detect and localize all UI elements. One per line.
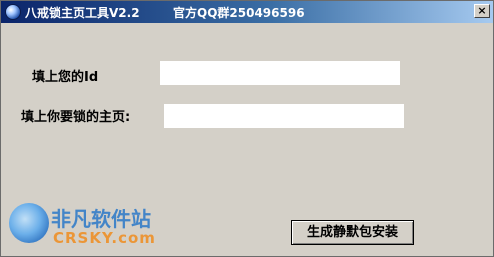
id-input[interactable] bbox=[160, 61, 400, 85]
window-title: 八戒锁主页工具V2.2 bbox=[25, 6, 140, 20]
app-logo-icon[interactable] bbox=[5, 4, 21, 20]
watermark-brand-en: CRSKY.com bbox=[53, 229, 156, 247]
homepage-input[interactable] bbox=[164, 104, 404, 128]
homepage-label: 填上你要锁的主页: bbox=[21, 110, 131, 125]
app-window: 八戒锁主页工具V2.2 官方QQ群250496596 × 填上您的Id 填上你要… bbox=[0, 0, 494, 257]
watermark-brand-cn: 非凡软件站 bbox=[51, 207, 151, 231]
watermark: 非凡软件站 CRSKY.com bbox=[1, 197, 171, 256]
title-bar[interactable]: 八戒锁主页工具V2.2 官方QQ群250496596 × bbox=[1, 1, 493, 23]
close-button[interactable]: × bbox=[474, 4, 490, 18]
close-icon: × bbox=[477, 4, 487, 17]
window-subtitle: 官方QQ群250496596 bbox=[173, 6, 305, 20]
id-label: 填上您的Id bbox=[32, 70, 99, 85]
generate-silent-package-button[interactable]: 生成静默包安装 bbox=[291, 220, 414, 245]
crsky-logo-icon bbox=[9, 203, 49, 243]
